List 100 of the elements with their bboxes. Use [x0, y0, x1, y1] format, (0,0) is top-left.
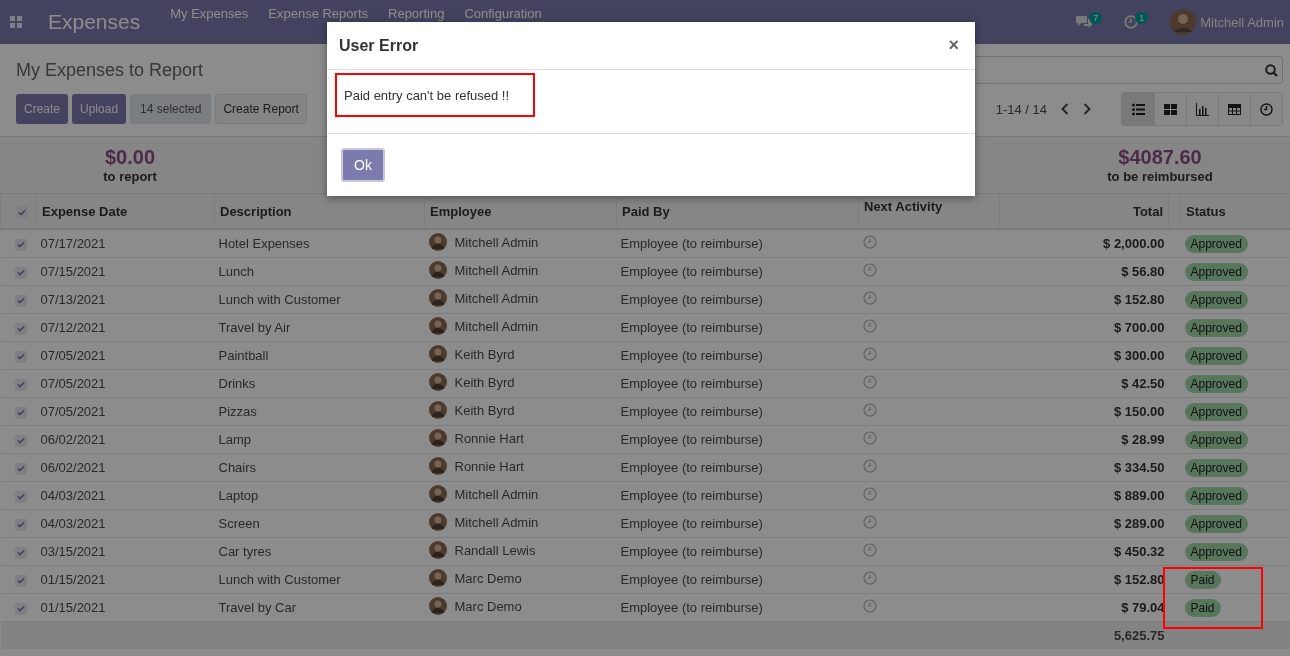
- menu-item[interactable]: My Expenses: [170, 6, 249, 21]
- clock-icon[interactable]: [862, 487, 877, 501]
- ok-button[interactable]: Ok: [341, 148, 385, 182]
- table-cell: Employee (to reimburse): [620, 572, 763, 587]
- table-cell: Mitchell Admin: [454, 234, 539, 250]
- apps-menu-icon[interactable]: [10, 16, 22, 28]
- table-cell: Employee (to reimburse): [620, 516, 763, 531]
- menu-item[interactable]: Configuration: [464, 6, 542, 21]
- row-checkbox[interactable]: [14, 602, 27, 615]
- clock-icon: [1260, 102, 1273, 116]
- clock-icon[interactable]: [862, 235, 877, 249]
- clock-icon[interactable]: [862, 599, 877, 613]
- view-switch-button[interactable]: [1122, 93, 1154, 125]
- column-header[interactable]: Paid By: [622, 203, 670, 219]
- upload-button[interactable]: Upload: [72, 94, 127, 124]
- table-cell: Mitchell Admin: [454, 290, 539, 306]
- row-checkbox[interactable]: [14, 266, 27, 279]
- bar-chart-icon: [1196, 102, 1209, 116]
- table-cell: $ 450.32: [1113, 544, 1165, 559]
- status-badge: Approved: [1184, 262, 1248, 281]
- selection-count: 14 selected: [130, 94, 212, 124]
- chat-icon[interactable]: [1076, 15, 1093, 29]
- table-cell: $ 152.80: [1113, 292, 1165, 307]
- next-icon[interactable]: [1083, 103, 1091, 115]
- table-cell: $ 150.00: [1113, 404, 1165, 419]
- row-checkbox[interactable]: [14, 434, 27, 447]
- table-cell: Employee (to reimburse): [620, 404, 763, 419]
- clock-icon[interactable]: [862, 543, 877, 557]
- table-cell: Employee (to reimburse): [620, 348, 763, 363]
- clock-icon[interactable]: [862, 459, 877, 473]
- clock-icon[interactable]: [862, 347, 877, 361]
- table-cell: Ronnie Hart: [454, 458, 524, 474]
- create-report-button[interactable]: Create Report: [215, 94, 307, 124]
- clock-icon[interactable]: [862, 375, 877, 389]
- clock-icon[interactable]: [862, 515, 877, 529]
- row-checkbox[interactable]: [14, 350, 27, 363]
- avatar-icon: [428, 233, 447, 251]
- row-checkbox[interactable]: [14, 490, 27, 503]
- view-switch-button[interactable]: [1250, 93, 1282, 125]
- table-cell: Marc Demo: [454, 570, 522, 586]
- table-cell: 07/05/2021: [40, 348, 106, 363]
- row-checkbox[interactable]: [14, 462, 27, 475]
- message-count: 7: [1089, 12, 1103, 24]
- menu-item[interactable]: Reporting: [388, 6, 445, 21]
- avatar-icon: [428, 457, 447, 475]
- table-cell: Screen: [218, 516, 260, 531]
- row-checkbox[interactable]: [14, 406, 27, 419]
- column-header[interactable]: Total: [1132, 203, 1163, 219]
- clock-icon[interactable]: [862, 291, 877, 305]
- row-checkbox[interactable]: [14, 322, 27, 335]
- row-checkbox[interactable]: [14, 378, 27, 391]
- row-checkbox[interactable]: [14, 294, 27, 307]
- select-all-checkbox[interactable]: [16, 206, 28, 219]
- avatar-icon[interactable]: [1170, 9, 1197, 35]
- table-cell: Mitchell Admin: [454, 514, 539, 530]
- menu-item[interactable]: Expense Reports: [268, 6, 368, 21]
- table-cell: 07/15/2021: [40, 264, 106, 279]
- summary-amount: $0.00: [104, 146, 156, 169]
- table-cell: $ 28.99: [1121, 432, 1165, 447]
- table-cell: Employee (to reimburse): [620, 600, 763, 615]
- clock-icon[interactable]: [862, 319, 877, 333]
- table-cell: Keith Byrd: [454, 402, 515, 418]
- avatar-icon: [428, 485, 447, 503]
- clock-icon[interactable]: [862, 403, 877, 417]
- avatar-icon: [428, 513, 447, 531]
- column-header[interactable]: Employee: [430, 203, 492, 219]
- table-cell: Mitchell Admin: [454, 262, 539, 278]
- avatar-icon: [428, 317, 447, 335]
- table-cell: Hotel Expenses: [218, 236, 310, 251]
- table-cell: Mitchell Admin: [454, 318, 539, 334]
- column-header[interactable]: Status: [1186, 203, 1226, 219]
- row-checkbox[interactable]: [14, 574, 27, 587]
- row-checkbox[interactable]: [14, 518, 27, 531]
- clock-icon[interactable]: [1124, 15, 1139, 29]
- column-header[interactable]: Description: [220, 203, 292, 219]
- footer-total: 5,625.75: [1113, 628, 1165, 643]
- clock-icon[interactable]: [862, 263, 877, 277]
- row-checkbox[interactable]: [14, 238, 27, 251]
- table-cell: $ 56.80: [1121, 264, 1165, 279]
- previous-icon[interactable]: [1061, 103, 1069, 115]
- create-button[interactable]: Create: [16, 94, 69, 124]
- status-badge: Approved: [1184, 458, 1248, 477]
- table-cell: Chairs: [218, 460, 257, 475]
- clock-icon[interactable]: [862, 571, 877, 585]
- search-icon[interactable]: [1265, 63, 1278, 77]
- table-cell: Keith Byrd: [454, 346, 515, 362]
- table-cell: Travel by Car: [218, 600, 297, 615]
- close-button[interactable]: ×: [944, 35, 963, 56]
- user-name[interactable]: Mitchell Admin: [1200, 14, 1284, 30]
- clock-icon[interactable]: [862, 431, 877, 445]
- avatar-icon: [428, 429, 447, 447]
- table-cell: 01/15/2021: [40, 572, 106, 587]
- page-title: My Expenses to Report: [16, 59, 205, 81]
- table-cell: Mitchell Admin: [454, 486, 539, 502]
- table-cell: 04/03/2021: [40, 488, 106, 503]
- row-checkbox[interactable]: [14, 546, 27, 559]
- view-switch-button[interactable]: [1154, 93, 1186, 125]
- view-switch-button[interactable]: [1186, 93, 1218, 125]
- view-switch-button[interactable]: [1218, 93, 1250, 125]
- avatar-icon: [428, 597, 447, 615]
